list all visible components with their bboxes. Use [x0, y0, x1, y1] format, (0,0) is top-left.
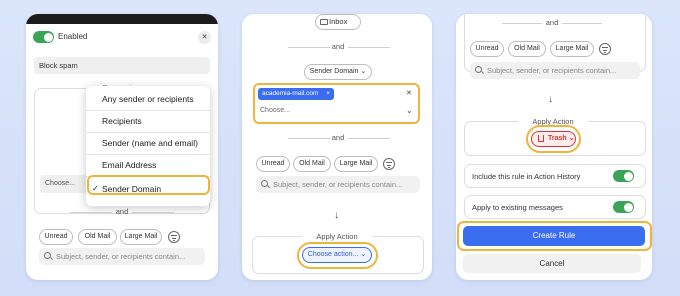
search-icon: [475, 66, 482, 73]
divider-line: [132, 212, 174, 213]
search-icon: [44, 252, 51, 259]
top-dark-bar: [26, 14, 218, 24]
search-placeholder: Subject, sender, or recipients contain..…: [56, 252, 186, 261]
chevron-down-icon: ⌄: [360, 68, 367, 75]
search-icon: [261, 180, 268, 187]
sender-domain-select[interactable]: Sender Domain ⌄: [304, 64, 372, 80]
filter-icon[interactable]: [383, 158, 395, 170]
inbox-label: Inbox: [329, 17, 348, 26]
rule-editor-panel-final: and Unread Old Mail Large Mail Subject, …: [456, 14, 652, 280]
and-label: and: [115, 207, 129, 216]
divider-line: [288, 47, 330, 48]
divider-line: [502, 23, 542, 24]
filter-large-mail[interactable]: Large Mail: [334, 156, 378, 172]
arrow-down-icon: ↓: [334, 210, 339, 221]
divider-line: [562, 23, 602, 24]
and-label: and: [331, 133, 345, 142]
filter-icon[interactable]: [599, 43, 611, 55]
filter-icon[interactable]: [168, 231, 180, 243]
search-input[interactable]: Subject, sender, or recipients contain..…: [470, 62, 640, 79]
highlight-trash: [526, 125, 581, 153]
filter-old-mail[interactable]: Old Mail: [508, 41, 546, 57]
menu-item-email-address[interactable]: Email Address: [86, 154, 210, 176]
filter-large-mail[interactable]: Large Mail: [550, 41, 594, 57]
history-label: Include this rule in Action History: [472, 172, 581, 181]
rule-editor-panel-dropdown: Enabled ✕ Block spam Expression Choose..…: [26, 14, 218, 280]
divider-line: [348, 138, 390, 139]
history-toggle[interactable]: [613, 170, 634, 182]
filter-unread[interactable]: Unread: [470, 41, 504, 57]
filter-unread[interactable]: Unread: [256, 156, 290, 172]
divider-line: [70, 212, 112, 213]
and-label: and: [545, 18, 559, 27]
sender-domain-label: Sender Domain: [309, 68, 359, 75]
highlight-domain-input: [253, 83, 420, 124]
search-placeholder: Subject, sender, or recipients contain..…: [487, 66, 617, 75]
apply-action-label: Apply Action: [302, 232, 372, 241]
filter-unread[interactable]: Unread: [39, 229, 73, 245]
cancel-button[interactable]: Cancel: [463, 254, 641, 273]
rule-editor-panel-domain: Inbox and Sender Domain ⌄ academia-mail.…: [242, 14, 432, 280]
and-label: and: [331, 42, 345, 51]
existing-toggle[interactable]: [613, 201, 634, 213]
filter-old-mail[interactable]: Old Mail: [293, 156, 331, 172]
rule-name-field[interactable]: Block spam: [34, 57, 210, 74]
filter-large-mail[interactable]: Large Mail: [120, 229, 162, 245]
search-input[interactable]: Subject, sender, or recipients contain..…: [39, 248, 205, 265]
highlight-choose-action: [297, 242, 378, 269]
existing-label: Apply to existing messages: [472, 203, 563, 212]
divider-line: [288, 138, 330, 139]
filter-old-mail[interactable]: Old Mail: [78, 229, 117, 245]
menu-item-recipients[interactable]: Recipients: [86, 110, 210, 132]
menu-item-sender-name-email[interactable]: Sender (name and email): [86, 132, 210, 154]
enabled-label: Enabled: [58, 32, 88, 41]
arrow-down-icon: ↓: [548, 94, 553, 105]
close-icon[interactable]: ✕: [198, 31, 211, 44]
envelope-icon: [320, 19, 328, 25]
search-placeholder: Subject, sender, or recipients contain..…: [273, 180, 403, 189]
highlight-sender-domain: [87, 175, 210, 195]
highlight-create-rule: [457, 221, 652, 251]
divider-line: [348, 47, 390, 48]
menu-item-any-sender[interactable]: Any sender or recipients: [86, 88, 210, 110]
search-input[interactable]: Subject, sender, or recipients contain..…: [256, 176, 420, 193]
enabled-toggle[interactable]: [33, 31, 54, 43]
inbox-select[interactable]: Inbox: [315, 14, 361, 30]
